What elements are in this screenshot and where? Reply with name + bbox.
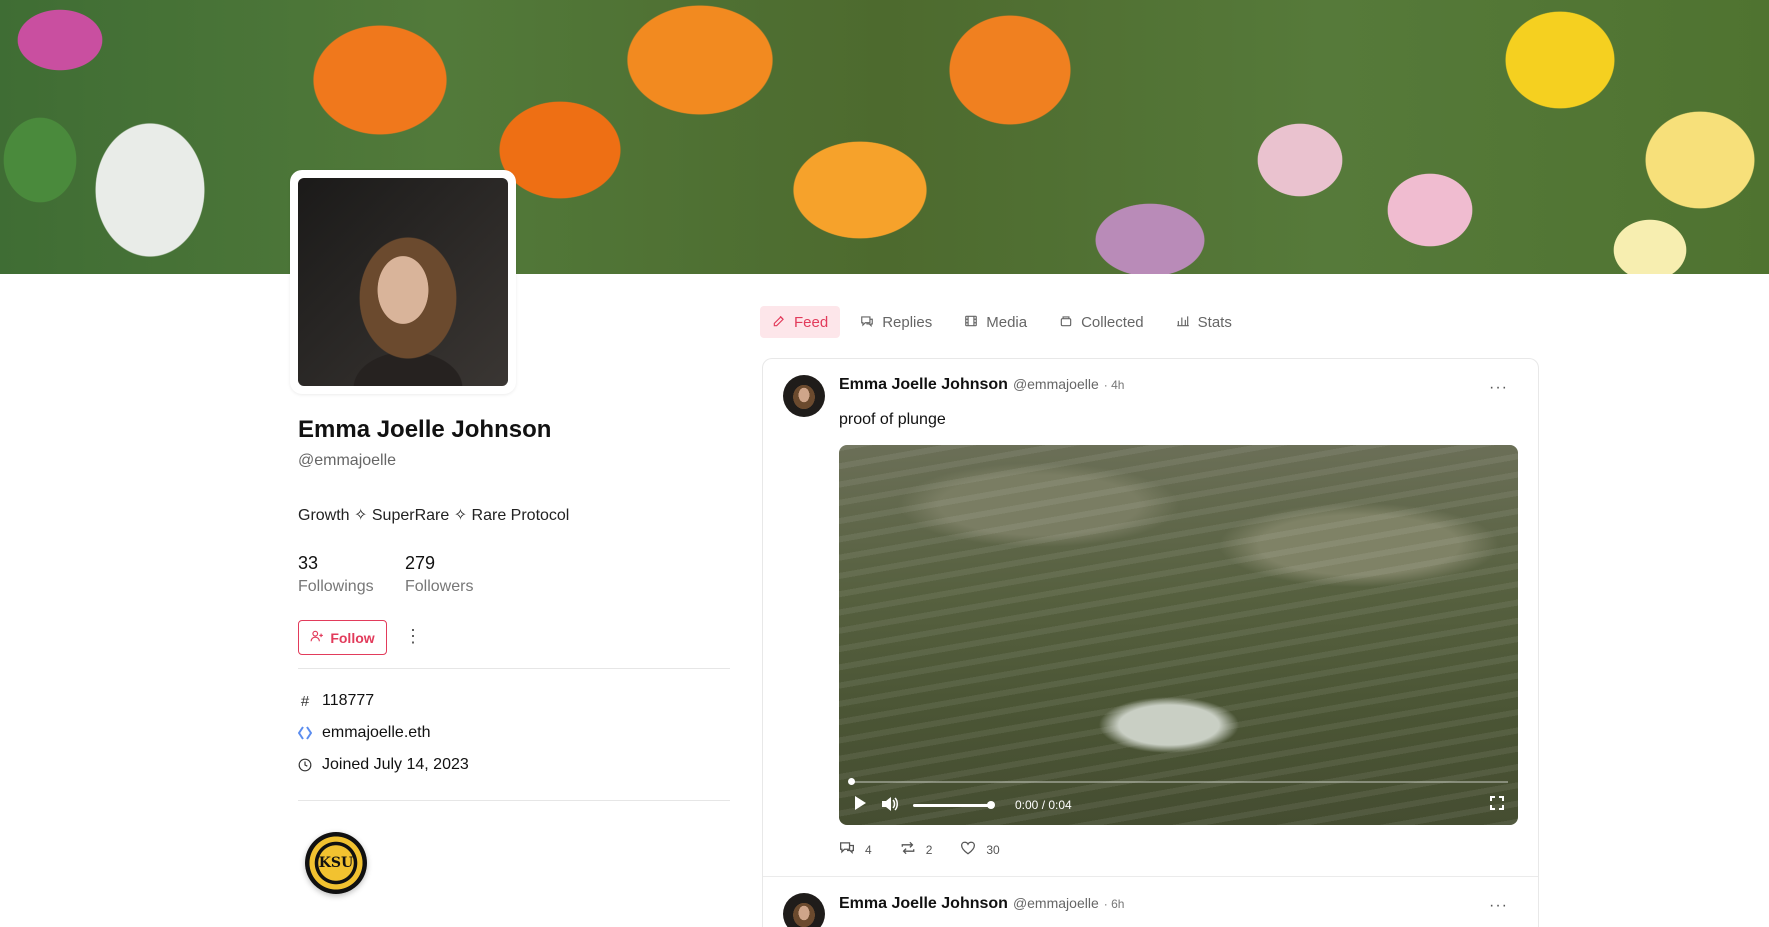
post-avatar[interactable] [783, 893, 825, 927]
tab-label: Media [986, 313, 1028, 331]
recast-count: 2 [925, 842, 933, 857]
recast-button[interactable]: 2 [900, 841, 933, 858]
followers-count: 279 [405, 553, 436, 573]
post-author[interactable]: Emma Joelle Johnson [839, 376, 1008, 394]
box-icon [1059, 314, 1073, 331]
post-handle: @emmajoelle [1012, 376, 1099, 392]
reply-count: 4 [865, 842, 872, 857]
post-menu-icon[interactable]: ··· [1489, 897, 1508, 915]
joined-row: Joined July 14, 2023 [298, 756, 469, 774]
hash-icon: # [300, 692, 310, 710]
edit-icon [772, 314, 786, 331]
volume-slider[interactable] [913, 800, 995, 809]
profile-tabs: Feed Replies Media Collected Stats [760, 306, 1244, 338]
more-options-icon[interactable]: ⋮ [404, 626, 422, 647]
video-player[interactable]: 0:00 / 0:04 [839, 445, 1518, 825]
fid-value: 118777 [322, 692, 375, 709]
post-author[interactable]: Emma Joelle Johnson [839, 895, 1008, 913]
badge-text: KSU [318, 855, 354, 871]
ethereum-icon [298, 725, 312, 741]
post-handle: @emmajoelle [1012, 895, 1099, 911]
bar-chart-icon [1176, 314, 1190, 331]
user-plus-icon [310, 629, 324, 646]
post-time: · 6h [1103, 897, 1125, 911]
divider [298, 800, 730, 801]
heart-icon [960, 841, 976, 858]
tab-media[interactable]: Media [952, 306, 1039, 338]
volume-icon[interactable] [881, 796, 899, 815]
clock-icon [298, 758, 312, 772]
tab-stats[interactable]: Stats [1164, 306, 1244, 338]
profile-bio: Growth ✧ SuperRare ✧ Rare Protocol [298, 507, 570, 524]
followings-count: 33 [298, 553, 319, 573]
divider [298, 668, 730, 669]
film-icon [964, 314, 978, 331]
tab-label: Replies [882, 313, 933, 331]
play-icon[interactable] [853, 795, 867, 815]
followings-stat[interactable]: 33 Followings [298, 553, 374, 596]
follow-button[interactable]: Follow [298, 620, 387, 655]
fid-row: # 118777 [298, 692, 374, 710]
badge-logo[interactable]: KSU [305, 832, 367, 894]
video-progress-knob[interactable] [848, 778, 855, 785]
recast-icon [900, 841, 916, 858]
post-menu-icon[interactable]: ··· [1489, 379, 1508, 397]
profile-name: Emma Joelle Johnson [298, 416, 552, 443]
tab-replies[interactable]: Replies [848, 306, 944, 338]
feed-list: Emma Joelle Johnson @emmajoelle · 4h ···… [762, 358, 1539, 927]
post-time: · 4h [1103, 378, 1125, 392]
tab-label: Feed [794, 313, 829, 331]
fullscreen-icon[interactable] [1490, 796, 1504, 814]
ens-row[interactable]: emmajoelle.eth [298, 724, 431, 742]
reply-button[interactable]: 4 [839, 841, 872, 858]
chat-icon [860, 314, 874, 331]
tab-label: Stats [1197, 313, 1232, 331]
volume-knob[interactable] [987, 800, 995, 809]
post-header: Emma Joelle Johnson @emmajoelle · 6h [839, 895, 1124, 913]
post-actions: 4 2 30 [839, 841, 1000, 858]
ens-name: emmajoelle.eth [322, 724, 431, 741]
tab-collected[interactable]: Collected [1047, 306, 1156, 338]
like-count: 30 [986, 842, 1000, 857]
profile-avatar [290, 170, 516, 394]
video-controls: 0:00 / 0:04 [839, 785, 1518, 825]
cover-banner [0, 0, 1769, 274]
tab-label: Collected [1081, 313, 1144, 331]
video-time: 0:00 / 0:04 [1015, 798, 1072, 812]
post-text: proof of plunge [839, 411, 946, 428]
post-card[interactable]: Emma Joelle Johnson @emmajoelle · 6h ··· [763, 877, 1538, 927]
followers-label: Followers [405, 578, 474, 595]
avatar-image [298, 178, 508, 386]
followers-stat[interactable]: 279 Followers [405, 553, 473, 596]
followings-label: Followings [298, 578, 374, 595]
post-avatar[interactable] [783, 375, 825, 417]
post-header: Emma Joelle Johnson @emmajoelle · 4h [839, 376, 1124, 394]
joined-date: Joined July 14, 2023 [322, 756, 469, 773]
chat-icon [839, 841, 855, 858]
follow-label: Follow [330, 629, 375, 646]
video-progress-bar[interactable] [848, 778, 1508, 785]
tab-feed[interactable]: Feed [760, 306, 841, 338]
profile-handle: @emmajoelle [298, 452, 397, 469]
post-card[interactable]: Emma Joelle Johnson @emmajoelle · 4h ···… [763, 359, 1538, 877]
like-button[interactable]: 30 [960, 841, 1000, 858]
